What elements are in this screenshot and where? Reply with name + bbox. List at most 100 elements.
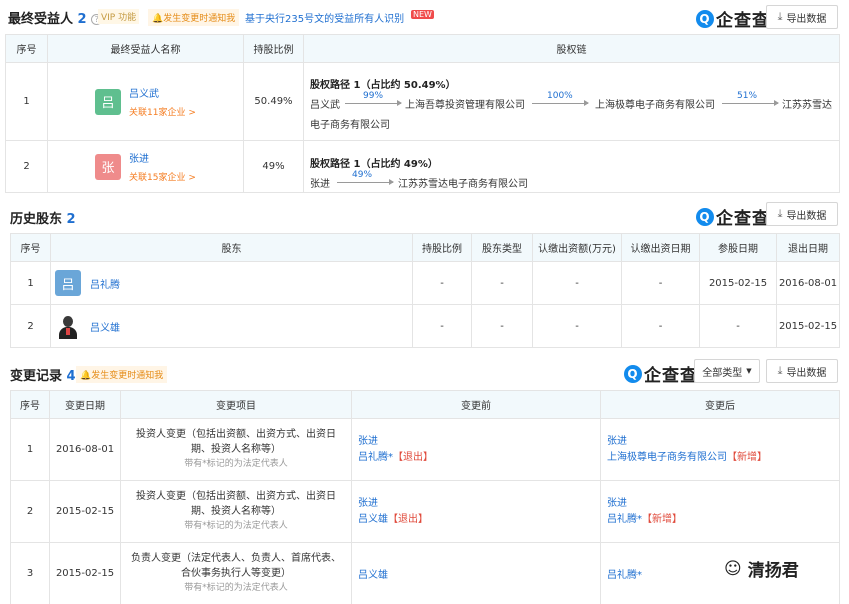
change-item-cell: 负责人变更（法定代表人、负责人、首席代表、合伙事务执行人等变更） 带有*标记的为…	[120, 542, 352, 604]
after-name[interactable]: 张进	[607, 498, 627, 509]
chain-node[interactable]: 上海极尊电子商务有限公司	[595, 96, 715, 111]
add-mark: 【新增】	[727, 451, 767, 463]
export-label: 导出数据	[786, 210, 827, 222]
change-date: 2015-02-15	[49, 542, 121, 604]
after-cell: 张进 上海极尊电子商务有限公司【新增】	[600, 418, 840, 481]
history-title-text: 历史股东	[10, 212, 63, 227]
ratio-cell: 49%	[243, 140, 304, 193]
chain-node[interactable]: 江苏苏雪达电子商务有限公司	[398, 175, 528, 190]
before-name[interactable]: 吕礼腾*	[358, 452, 393, 463]
shareholder-cell: 吕义雄	[50, 304, 413, 348]
chain-percent: 49%	[352, 170, 373, 180]
exit-mark: 【退出】	[393, 451, 433, 463]
after-name[interactable]: 吕礼腾*	[607, 514, 642, 525]
table-row: 2 吕义雄 - - - - - 2015-02-15	[10, 304, 840, 348]
rule-link[interactable]: 基于央行235号文的受益所有人识别	[245, 10, 404, 25]
chain-node[interactable]: 江苏苏雪达	[782, 96, 832, 111]
chain-percent: 51%	[737, 91, 758, 101]
related-companies-link[interactable]: 关联15家企业 >	[129, 170, 196, 183]
after-cell: 张进 吕礼腾*【新增】	[600, 480, 840, 543]
column-header: 序号	[10, 390, 50, 419]
column-header: 变更日期	[49, 390, 121, 419]
chain-percent: 99%	[363, 91, 384, 101]
related-companies-link[interactable]: 关联11家企业 >	[129, 105, 196, 118]
vip-tag: VIP 功能	[98, 9, 140, 24]
after-name[interactable]: 张进	[607, 436, 627, 447]
chain-arrow-icon	[345, 100, 402, 106]
avatar: 吕	[55, 270, 81, 296]
row-index: 3	[10, 542, 50, 604]
ratio-cell: 50.49%	[243, 62, 304, 141]
ratio-cell: -	[412, 261, 472, 305]
changes-table: 序号 变更日期 变更项目 变更前 变更后 1 2016-08-01 投资人变更（…	[10, 390, 840, 604]
qcc-logo-text: 企查查	[716, 209, 770, 229]
export-button[interactable]: ⤓ 导出数据	[766, 5, 838, 29]
wechat-icon: ☺	[724, 558, 742, 579]
column-header: 变更后	[600, 390, 840, 419]
chain-arrow-icon	[722, 100, 779, 106]
type-cell: -	[471, 304, 533, 348]
avatar-photo-icon	[55, 313, 81, 339]
amount-cell: -	[532, 261, 622, 305]
amount-cell: -	[532, 304, 622, 348]
qcc-logo-mark-icon: Q	[624, 364, 642, 383]
column-header: 序号	[10, 233, 51, 262]
change-date: 2015-02-15	[49, 480, 121, 543]
download-icon: ⤓	[777, 10, 783, 23]
notify-tag[interactable]: 🔔发生变更时通知我	[76, 366, 168, 383]
change-date: 2016-08-01	[49, 418, 121, 481]
row-index: 2	[10, 480, 50, 543]
table-row: 3 2015-02-15 负责人变更（法定代表人、负责人、首席代表、合伙事务执行…	[10, 542, 840, 604]
column-header: 最终受益人名称	[47, 34, 244, 63]
changes-count: 4	[66, 369, 76, 384]
qcc-logo-mark-icon: Q	[696, 9, 714, 28]
before-name[interactable]: 吕义雄	[358, 570, 388, 581]
chain-arrow-icon	[337, 179, 394, 185]
change-item: 负责人变更（法定代表人、负责人、首席代表、合伙事务执行人等变更）	[131, 553, 341, 579]
column-header: 变更前	[351, 390, 601, 419]
watermark-text: 清扬君	[747, 561, 799, 581]
chain-node[interactable]: 张进	[310, 175, 330, 190]
notify-tag[interactable]: 🔔发生变更时通知我	[148, 9, 240, 26]
table-row: 1 吕 吕礼腾 - - - - 2015-02-15 2016-08-01	[10, 261, 840, 305]
export-button[interactable]: ⤓ 导出数据	[766, 202, 838, 226]
type-filter-label: 全部类型	[702, 367, 743, 379]
after-name[interactable]: 上海极尊电子商务有限公司	[607, 452, 727, 463]
row-index: 1	[10, 418, 50, 481]
column-header: 认缴出资日期	[621, 233, 700, 262]
column-header: 股权链	[303, 34, 840, 63]
change-note: 带有*标记的为法定代表人	[184, 459, 288, 469]
after-name[interactable]: 吕礼腾*	[607, 570, 642, 581]
chain-percent: 100%	[547, 91, 573, 101]
chain-node[interactable]: 吕义武	[310, 96, 340, 111]
qcc-logo: Q 企查查	[696, 204, 770, 229]
bell-icon: 🔔	[152, 14, 164, 24]
chain-node-tail: 电子商务有限公司	[310, 120, 390, 131]
ratio-cell: -	[412, 304, 472, 348]
qcc-logo-mark-icon: Q	[696, 207, 714, 226]
before-name[interactable]: 吕义雄	[358, 514, 388, 525]
beneficiary-name[interactable]: 吕义武	[129, 85, 196, 100]
column-header: 退出日期	[776, 233, 840, 262]
before-cell: 张进 吕礼腾*【退出】	[351, 418, 601, 481]
bell-icon: 🔔	[80, 371, 92, 381]
chain-node[interactable]: 上海吾尊投资管理有限公司	[405, 96, 525, 111]
before-name[interactable]: 张进	[358, 436, 378, 447]
equity-path-title: 股权路径 1（占比约 49%）	[310, 159, 438, 170]
shareholder-name[interactable]: 吕义雄	[90, 319, 120, 334]
history-table: 序号 股东 持股比例 股东类型 认缴出资额(万元) 认缴出资日期 参股日期 退出…	[10, 233, 840, 348]
change-item-cell: 投资人变更（包括出资额、出资方式、出资日期、投资人名称等） 带有*标记的为法定代…	[120, 480, 352, 543]
export-button[interactable]: ⤓ 导出数据	[766, 359, 838, 383]
change-note: 带有*标记的为法定代表人	[184, 583, 288, 593]
beneficiary-name[interactable]: 张进	[129, 150, 196, 165]
equity-path-title: 股权路径 1（占比约 50.49%）	[310, 80, 456, 91]
column-header: 股东	[50, 233, 413, 262]
type-filter-select[interactable]: 全部类型 ▼	[694, 359, 760, 383]
before-name[interactable]: 张进	[358, 498, 378, 509]
change-item: 投资人变更（包括出资额、出资方式、出资日期、投资人名称等）	[136, 491, 336, 517]
beneficiary-title-text: 最终受益人	[8, 12, 74, 27]
table-header: 序号 变更日期 变更项目 变更前 变更后	[10, 390, 840, 419]
download-icon: ⤓	[777, 364, 783, 377]
shareholder-name[interactable]: 吕礼腾	[90, 276, 120, 291]
download-icon: ⤓	[777, 207, 783, 220]
